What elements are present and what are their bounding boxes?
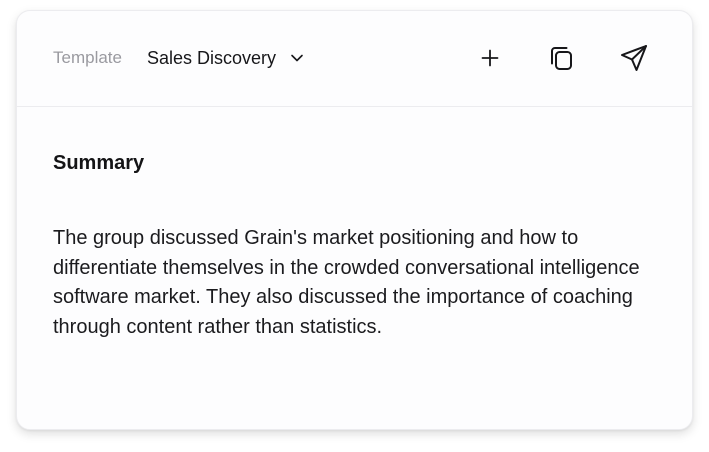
template-dropdown-value: Sales Discovery — [147, 48, 277, 68]
summary-card: Template Sales Discovery Summary The gro… — [16, 10, 693, 430]
summary-heading: Summary — [53, 152, 145, 174]
add-button[interactable] — [473, 41, 507, 75]
card-header: Template Sales Discovery — [17, 11, 692, 107]
send-icon — [619, 43, 649, 73]
plus-icon — [480, 48, 500, 68]
chevron-down-icon — [289, 50, 305, 66]
template-label: Template — [53, 48, 122, 67]
template-dropdown[interactable]: Sales Discovery — [147, 45, 305, 71]
send-button[interactable] — [617, 41, 651, 75]
summary-body: The group discussed Grain's market posit… — [53, 227, 640, 338]
copy-icon — [547, 43, 577, 73]
copy-button[interactable] — [545, 41, 579, 75]
